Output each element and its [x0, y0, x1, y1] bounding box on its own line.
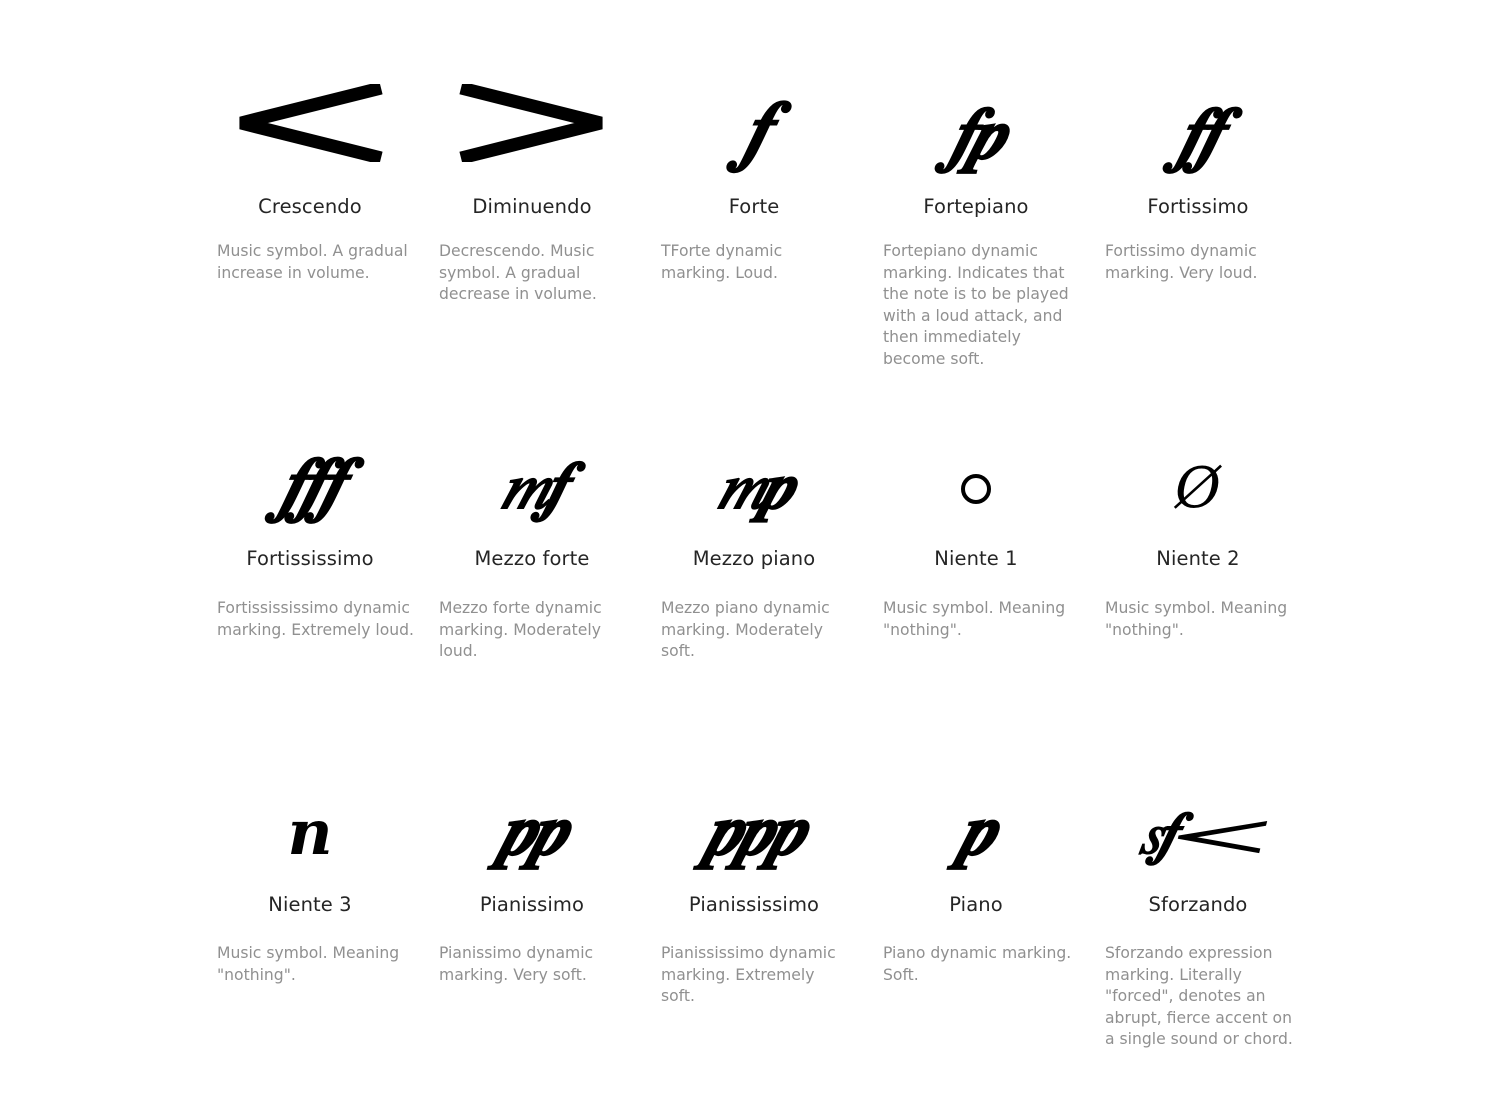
- symbol-description: Music symbol. Meaning "nothing".: [217, 944, 400, 984]
- symbol-card[interactable]: Diminuendo Decrescendo. Music symbol. A …: [421, 40, 643, 303]
- symbol-display: 𝆑𝆑𝆑: [199, 394, 421, 525]
- symbol-display: Ø: [1087, 394, 1309, 522]
- symbol-card[interactable]: 𝆏 Piano Piano dynamic marking. Soft.: [865, 740, 1087, 983]
- symbol-display: [199, 40, 421, 162]
- symbol-name: Niente 1: [934, 547, 1018, 570]
- symbol-name: Piano: [949, 893, 1003, 916]
- symbol-description: Pianississimo dynamic marking. Extremely…: [661, 944, 836, 1005]
- symbol-card[interactable]: Niente 1 Music symbol. Meaning "nothing"…: [865, 394, 1087, 639]
- symbol-name: Crescendo: [258, 195, 362, 218]
- symbol-card[interactable]: Ø Niente 2 Music symbol. Meaning "nothin…: [1087, 394, 1309, 639]
- symbol-name: Fortississimo: [246, 547, 374, 570]
- symbol-display: [865, 394, 1087, 512]
- symbol-name: Niente 3: [268, 893, 352, 916]
- symbol-card[interactable]: 𝆏𝆏𝆏 Pianississimo Pianississimo dynamic …: [643, 740, 865, 1005]
- symbol-card[interactable]: 𝆐𝆑 Mezzo forte Mezzo forte dynamic marki…: [421, 394, 643, 660]
- fortepiano-dynamic-icon: 𝆑𝆏: [950, 89, 1006, 175]
- symbol-name: Diminuendo: [472, 195, 592, 218]
- symbol-display: 𝆏𝆏𝆏: [643, 740, 865, 871]
- niente-n-icon: n: [287, 796, 333, 870]
- mezzo-forte-dynamic-icon: 𝆐𝆑: [501, 445, 567, 524]
- fortississimo-dynamic-icon: 𝆑𝆑𝆑: [280, 439, 344, 525]
- symbol-description: Music symbol. A gradual increase in volu…: [217, 242, 408, 282]
- niente-slashed-o-icon: Ø: [1175, 456, 1221, 522]
- sforzando-dynamic-icon: 𝆍𝆑𝆒: [1138, 799, 1261, 868]
- crescendo-hairpin-icon: [239, 84, 383, 162]
- forte-dynamic-icon: 𝆑: [743, 84, 769, 176]
- symbol-display: [421, 40, 643, 162]
- symbol-display: 𝆏: [865, 740, 1087, 871]
- mezzo-piano-dynamic-icon: 𝆐𝆏: [717, 445, 795, 524]
- symbol-card[interactable]: 𝆑𝆑𝆑 Fortississimo Fortissississimo dynam…: [199, 394, 421, 638]
- symbol-name: Fortissimo: [1147, 195, 1249, 218]
- niente-circle-icon: [961, 474, 991, 504]
- symbol-display: 𝆑𝆏: [865, 40, 1087, 175]
- symbol-display: n: [199, 740, 421, 870]
- symbol-description: Pianissimo dynamic marking. Very soft.: [439, 944, 594, 984]
- symbol-display: 𝆐𝆑: [421, 394, 643, 524]
- symbol-display: 𝆑: [643, 40, 865, 176]
- symbol-card[interactable]: 𝆑𝆏 Fortepiano Fortepiano dynamic marking…: [865, 40, 1087, 367]
- symbol-display: 𝆍𝆑𝆒: [1087, 740, 1309, 868]
- symbol-name: Pianissimo: [479, 893, 585, 916]
- symbol-description: Music symbol. Meaning "nothing".: [883, 599, 1066, 639]
- symbol-card[interactable]: n Niente 3 Music symbol. Meaning "nothin…: [199, 740, 421, 983]
- symbol-name: Mezzo piano: [692, 547, 816, 570]
- symbol-name: Mezzo forte: [474, 547, 590, 570]
- symbol-name: Sforzando: [1148, 893, 1248, 916]
- symbol-description: Decrescendo. Music symbol. A gradual dec…: [439, 242, 597, 303]
- pianissimo-dynamic-icon: 𝆏𝆏: [500, 785, 568, 871]
- piano-dynamic-icon: 𝆏: [960, 785, 996, 871]
- symbol-card[interactable]: 𝆐𝆏 Mezzo piano Mezzo piano dynamic marki…: [643, 394, 865, 660]
- symbol-display: 𝆏𝆏: [421, 740, 643, 871]
- symbol-description: Fortissimo dynamic marking. Very loud.: [1105, 242, 1258, 282]
- symbol-description: Piano dynamic marking. Soft.: [883, 944, 1072, 984]
- symbol-description: Fortepiano dynamic marking. Indicates th…: [883, 242, 1069, 368]
- symbol-name: Pianississimo: [688, 893, 820, 916]
- symbol-description: Music symbol. Meaning "nothing".: [1105, 599, 1288, 639]
- diminuendo-hairpin-icon: [459, 84, 603, 162]
- symbol-display: 𝆐𝆏: [643, 394, 865, 524]
- symbol-card[interactable]: 𝆑 Forte TForte dynamic marking. Loud.: [643, 40, 865, 282]
- symbol-description: Mezzo forte dynamic marking. Moderately …: [439, 599, 602, 660]
- symbol-card[interactable]: Crescendo Music symbol. A gradual increa…: [199, 40, 421, 282]
- symbol-description: Mezzo piano dynamic marking. Moderately …: [661, 599, 830, 660]
- symbol-name: Fortepiano: [923, 195, 1029, 218]
- symbol-card[interactable]: 𝆏𝆏 Pianissimo Pianissimo dynamic marking…: [421, 740, 643, 983]
- dynamics-symbol-gallery: Crescendo Music symbol. A gradual increa…: [0, 0, 1500, 1110]
- fortissimo-dynamic-icon: 𝆑𝆑: [1178, 89, 1222, 175]
- pianississimo-dynamic-icon: 𝆏𝆏𝆏: [706, 785, 805, 871]
- symbol-description: Sforzando expression marking. Literally …: [1105, 944, 1293, 1048]
- symbol-card[interactable]: 𝆑𝆑 Fortissimo Fortissimo dynamic marking…: [1087, 40, 1309, 281]
- symbol-name: Forte: [728, 195, 780, 218]
- symbol-card[interactable]: 𝆍𝆑𝆒 Sforzando Sforzando expression marki…: [1087, 740, 1309, 1048]
- symbol-description: TForte dynamic marking. Loud.: [661, 242, 783, 282]
- symbol-display: 𝆑𝆑: [1087, 40, 1309, 175]
- symbol-name: Niente 2: [1156, 547, 1240, 570]
- symbol-description: Fortissississimo dynamic marking. Extrem…: [217, 599, 414, 639]
